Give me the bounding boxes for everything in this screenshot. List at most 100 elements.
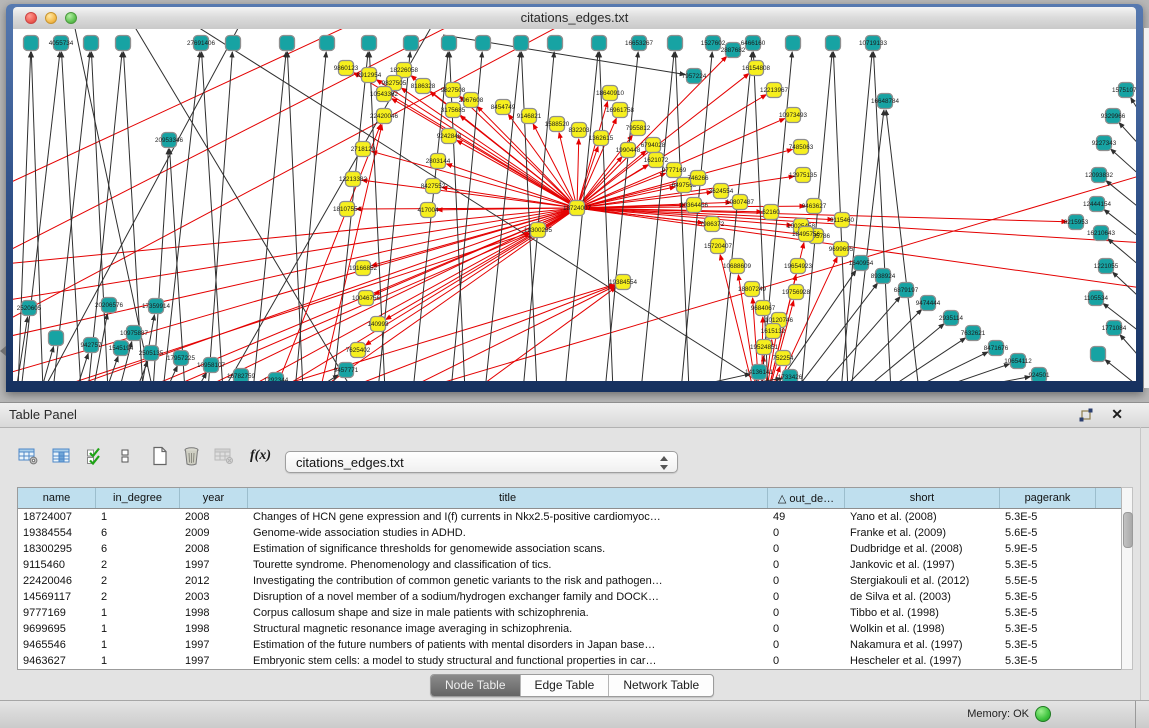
table-cell[interactable]: 2009	[180, 525, 248, 541]
tab-node-table[interactable]: Node Table	[431, 675, 520, 696]
table-cell[interactable]: 6	[96, 525, 180, 541]
column-header-title[interactable]: title	[248, 488, 768, 508]
table-cell[interactable]: 0	[768, 653, 845, 669]
table-row[interactable]: 946362711997Embryonic stem cells: a mode…	[18, 653, 1122, 669]
memory-status-indicator[interactable]	[1035, 706, 1051, 722]
network-node[interactable]	[442, 36, 457, 51]
table-row[interactable]: 1938455462009Genome-wide association stu…	[18, 525, 1122, 541]
network-node[interactable]	[24, 36, 39, 51]
column-header-name[interactable]: name	[18, 488, 96, 508]
table-cell[interactable]: 1997	[180, 637, 248, 653]
column-header-out_de[interactable]: △ out_de…	[768, 488, 845, 508]
table-cell[interactable]: Nakamura et al. (1997)	[845, 637, 1000, 653]
table-cell[interactable]: 1998	[180, 621, 248, 637]
table-cell[interactable]: 1997	[180, 653, 248, 669]
network-node[interactable]	[1091, 347, 1106, 362]
table-cell[interactable]: Investigating the contribution of common…	[248, 573, 768, 589]
table-cell[interactable]: 18724007	[18, 509, 96, 525]
table-cell[interactable]: 0	[768, 589, 845, 605]
table-cell[interactable]: Dudbridge et al. (2008)	[845, 541, 1000, 557]
table-cell[interactable]: de Silva et al. (2003)	[845, 589, 1000, 605]
table-row[interactable]: 977716911998Corpus callosum shape and si…	[18, 605, 1122, 621]
network-canvas-svg[interactable]: 4055734276914061665326715276026466160107…	[13, 29, 1136, 381]
table-cell[interactable]: Disruption of a novel member of a sodium…	[248, 589, 768, 605]
network-node[interactable]	[116, 36, 131, 51]
table-cell[interactable]: 49	[768, 509, 845, 525]
table-cell[interactable]: Wolkin et al. (1998)	[845, 621, 1000, 637]
table-cell[interactable]: 9115460	[18, 557, 96, 573]
table-cell[interactable]: Genome-wide association studies in ADHD.	[248, 525, 768, 541]
network-node[interactable]	[548, 36, 563, 51]
table-cell[interactable]: 5.5E-5	[1000, 573, 1096, 589]
table-cell[interactable]: 0	[768, 621, 845, 637]
table-panel-header[interactable]: Table Panel ✕	[0, 403, 1149, 428]
table-cell[interactable]: 0	[768, 557, 845, 573]
table-cell[interactable]: 0	[768, 573, 845, 589]
network-node[interactable]	[786, 36, 801, 51]
table-cell[interactable]: Corpus callosum shape and size in male p…	[248, 605, 768, 621]
table-cell[interactable]: Jankovic et al. (1997)	[845, 557, 1000, 573]
network-node[interactable]	[362, 36, 377, 51]
column-header-year[interactable]: year	[180, 488, 248, 508]
table-cell[interactable]: 5.3E-5	[1000, 605, 1096, 621]
create-table-icon[interactable]	[151, 445, 169, 467]
tab-network-table[interactable]: Network Table	[608, 675, 713, 696]
network-node[interactable]	[226, 36, 241, 51]
network-node[interactable]	[826, 36, 841, 51]
network-node[interactable]	[592, 36, 607, 51]
table-cell[interactable]: 19384554	[18, 525, 96, 541]
table-scrollbar-thumb[interactable]	[1123, 512, 1133, 548]
network-node[interactable]	[668, 36, 683, 51]
row-height-icon[interactable]	[119, 445, 131, 467]
table-cell[interactable]: 5.3E-5	[1000, 557, 1096, 573]
table-cell[interactable]: Estimation of the future numbers of pati…	[248, 637, 768, 653]
column-header-in_degree[interactable]: in_degree	[96, 488, 180, 508]
show-columns-icon[interactable]	[52, 445, 71, 467]
table-cell[interactable]: 1	[96, 621, 180, 637]
table-cell[interactable]: 0	[768, 525, 845, 541]
column-header-pagerank[interactable]: pagerank	[1000, 488, 1096, 508]
select-rows-icon[interactable]	[86, 445, 103, 467]
table-cell[interactable]: Hescheler et al. (1997)	[845, 653, 1000, 669]
table-cell[interactable]: 5.3E-5	[1000, 621, 1096, 637]
table-cell[interactable]: 2	[96, 573, 180, 589]
tab-edge-table[interactable]: Edge Table	[520, 675, 609, 696]
table-cell[interactable]: 0	[768, 637, 845, 653]
network-node[interactable]	[280, 36, 295, 51]
table-cell[interactable]: 1	[96, 653, 180, 669]
table-cell[interactable]: 2003	[180, 589, 248, 605]
table-cell[interactable]: 9465546	[18, 637, 96, 653]
table-cell[interactable]: Stergiakouli et al. (2012)	[845, 573, 1000, 589]
network-node[interactable]	[404, 36, 419, 51]
network-window[interactable]: citations_edges.txt 40557342769140616653…	[6, 4, 1143, 392]
table-row[interactable]: 911546021997Tourette syndrome. Phenomeno…	[18, 557, 1122, 573]
delete-table-icon[interactable]	[182, 445, 201, 467]
table-cell[interactable]: 5.9E-5	[1000, 541, 1096, 557]
network-node[interactable]	[49, 331, 64, 346]
table-cell[interactable]: 1	[96, 509, 180, 525]
table-row[interactable]: 2242004622012Investigating the contribut…	[18, 573, 1122, 589]
table-cell[interactable]: 0	[768, 541, 845, 557]
table-selector-dropdown[interactable]: citations_edges.txt	[285, 451, 678, 473]
table-row[interactable]: 1456911722003Disruption of a novel membe…	[18, 589, 1122, 605]
table-cell[interactable]: Tibbo et al. (1998)	[845, 605, 1000, 621]
table-cell[interactable]: 2012	[180, 573, 248, 589]
table-cell[interactable]: 1998	[180, 605, 248, 621]
panel-collapse-arrow-icon[interactable]	[0, 346, 6, 356]
table-row[interactable]: 946554611997Estimation of the future num…	[18, 637, 1122, 653]
network-node[interactable]	[476, 36, 491, 51]
network-node[interactable]	[514, 36, 529, 51]
network-node[interactable]	[320, 36, 335, 51]
table-cell[interactable]: 14569117	[18, 589, 96, 605]
table-cell[interactable]: 9463627	[18, 653, 96, 669]
table-cell[interactable]: 5.6E-5	[1000, 525, 1096, 541]
table-cell[interactable]: 0	[768, 605, 845, 621]
table-cell[interactable]: 1997	[180, 557, 248, 573]
network-node[interactable]	[84, 36, 99, 51]
table-cell[interactable]: 6	[96, 541, 180, 557]
table-cell[interactable]: Yano et al. (2008)	[845, 509, 1000, 525]
table-cell[interactable]: Embryonic stem cells: a model to study s…	[248, 653, 768, 669]
table-cell[interactable]: 5.3E-5	[1000, 589, 1096, 605]
table-settings-icon[interactable]	[18, 445, 38, 467]
table-cell[interactable]: 2008	[180, 509, 248, 525]
